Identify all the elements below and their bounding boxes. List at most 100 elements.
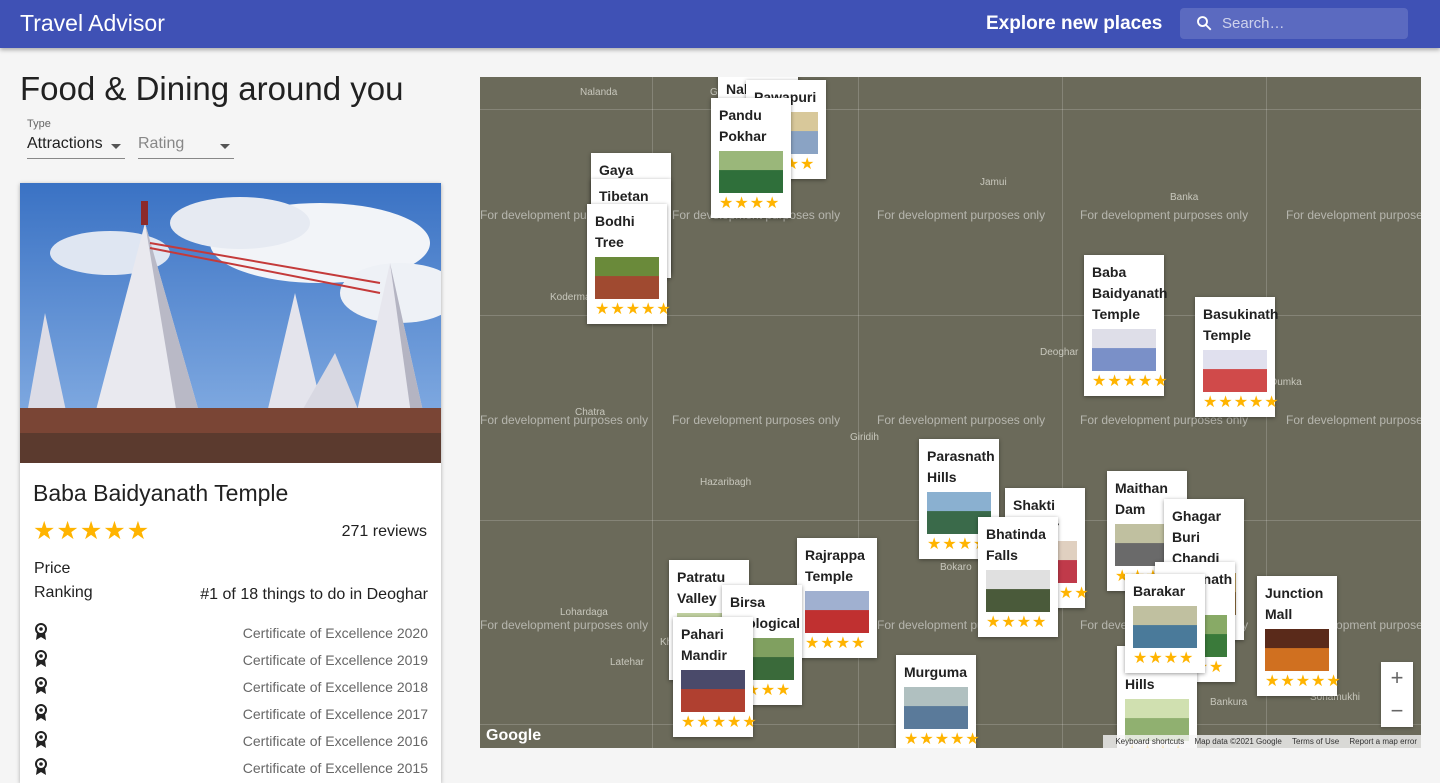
star-icon: ★: [1148, 650, 1163, 667]
star-icon: ★: [1059, 585, 1074, 602]
pin-rating: ★★★★★: [681, 714, 757, 731]
map-pin-card[interactable]: Pahari Mandir ★ ★ ★ ★ ★: [673, 617, 757, 737]
certificate-item: Certificate of Excellence 2019: [34, 650, 428, 670]
star-icon: ★: [1311, 673, 1326, 690]
pin-rating: ★★★★: [719, 195, 783, 212]
star-icon: ★: [1203, 394, 1218, 411]
map-place-label: Lohardaga: [560, 607, 608, 618]
award-icon: [35, 704, 47, 721]
star-icon: ★: [1218, 394, 1233, 411]
map-view[interactable]: NalandaGayaJamuiBankaHazaribaghRanchiBok…: [480, 77, 1421, 748]
star-icon: ★: [1179, 650, 1194, 667]
place-card[interactable]: Baba Baidyanath Temple ★ ★ ★ ★ ★ 271 rev…: [20, 183, 441, 783]
star-icon: ★: [1326, 673, 1341, 690]
star-icon: ★: [1092, 373, 1107, 390]
pin-photo: [1203, 350, 1267, 392]
dev-watermark: For development purposes only: [877, 413, 1046, 427]
map-pin-card[interactable]: Bodhi Tree ★ ★ ★ ★ ★: [587, 204, 671, 324]
map-data-label: Map data ©2021 Google: [1194, 737, 1282, 746]
map-attribution: Keyboard shortcuts Map data ©2021 Google…: [1103, 735, 1421, 748]
price-label: Price: [34, 560, 71, 577]
star-icon: ★: [1107, 373, 1122, 390]
pin-name: Parasnath Hills: [927, 448, 995, 485]
star-icon: ★: [79, 517, 103, 545]
star-icon: ★: [934, 731, 950, 748]
explore-label: Explore new places: [986, 13, 1163, 34]
ranking-label: Ranking: [34, 584, 93, 601]
map-pin-card[interactable]: Bhatinda Falls ★ ★ ★ ★: [978, 517, 1058, 637]
star-icon: ★: [749, 195, 765, 212]
search-box[interactable]: [1180, 8, 1408, 39]
pin-photo: [719, 151, 783, 193]
star-icon: ★: [1122, 373, 1138, 390]
pin-name: Barakar: [1133, 583, 1186, 599]
map-place-label: Nalanda: [580, 87, 618, 98]
zoom-in-button[interactable]: +: [1381, 662, 1413, 694]
map-pin-card[interactable]: Rajrappa Temple ★ ★ ★ ★: [797, 538, 877, 658]
map-pin-card[interactable]: Pandu Pokhar ★ ★ ★ ★: [711, 98, 791, 218]
pin-name: Murguma: [904, 664, 967, 680]
report-error-link[interactable]: Report a map error: [1349, 737, 1417, 746]
pin-rating: ★★★★: [986, 614, 1050, 631]
star-icon: ★: [835, 635, 851, 652]
star-icon: ★: [1016, 614, 1032, 631]
star-icon: ★: [765, 195, 780, 212]
zoom-control: + −: [1381, 662, 1413, 727]
map-pin-card[interactable]: Murguma ★ ★ ★ ★ ★: [896, 655, 980, 748]
zoom-out-button[interactable]: −: [1381, 695, 1413, 727]
star-icon: ★: [711, 714, 727, 731]
star-icon: ★: [1295, 673, 1311, 690]
pin-photo: [1133, 606, 1197, 648]
pin-rating: ★★★★★: [904, 731, 980, 748]
pin-name: Bodhi Tree: [595, 213, 635, 250]
star-icon: ★: [595, 301, 610, 318]
map-place-label: Deoghar: [1040, 347, 1079, 358]
map-grid-line: [1062, 77, 1063, 748]
star-icon: ★: [800, 156, 815, 173]
pin-photo: [904, 687, 968, 729]
pin-name: Pandu Pokhar: [719, 107, 767, 144]
pin-photo: [986, 570, 1050, 612]
map-place-label: Banka: [1170, 192, 1199, 203]
star-icon: ★: [927, 536, 942, 553]
place-title: Baba Baidyanath Temple: [33, 480, 289, 506]
pin-photo: [1092, 329, 1156, 371]
map-pin-card[interactable]: Barakar ★ ★ ★ ★: [1125, 574, 1205, 673]
rating-select-value: Rating: [138, 135, 185, 152]
certificate-item: Certificate of Excellence 2016: [34, 731, 428, 751]
map-pin-card[interactable]: Junction Mall ★ ★ ★ ★ ★: [1257, 576, 1341, 696]
award-icon: [35, 758, 47, 775]
type-select[interactable]: Attractions: [27, 135, 125, 159]
search-input[interactable]: [1222, 13, 1402, 34]
certificate-text: Certificate of Excellence 2019: [242, 652, 428, 668]
star-icon: ★: [1264, 394, 1279, 411]
terms-link[interactable]: Terms of Use: [1292, 737, 1339, 746]
star-icon: ★: [625, 301, 641, 318]
rating-select[interactable]: Rating: [138, 135, 234, 159]
certificate-text: Certificate of Excellence 2015: [242, 760, 428, 776]
star-icon: ★: [1233, 394, 1249, 411]
star-icon: ★: [1001, 614, 1016, 631]
map-pin-card[interactable]: Basukinath Temple ★ ★ ★ ★ ★: [1195, 297, 1279, 417]
star-icon: ★: [719, 195, 734, 212]
star-icon: ★: [1032, 614, 1047, 631]
award-icon: [35, 650, 47, 667]
star-icon: ★: [851, 635, 866, 652]
pin-photo: [805, 591, 869, 633]
star-icon: ★: [103, 517, 126, 545]
certificate-text: Certificate of Excellence 2017: [242, 706, 428, 722]
ranking-value: #1 of 18 things to do in Deoghar: [200, 586, 428, 603]
star-icon: ★: [820, 635, 835, 652]
pin-photo: [681, 670, 745, 712]
pin-rating: ★★★★★: [1092, 373, 1168, 390]
map-grid-line: [480, 109, 1421, 110]
keyboard-shortcuts-link[interactable]: Keyboard shortcuts: [1115, 737, 1184, 746]
certificate-text: Certificate of Excellence 2016: [242, 733, 428, 749]
star-icon: ★: [986, 614, 1001, 631]
certificate-text: Certificate of Excellence 2020: [242, 625, 428, 641]
star-icon: ★: [742, 714, 757, 731]
star-icon: ★: [942, 536, 957, 553]
map-pin-card[interactable]: Baba Baidyanath Temple ★ ★ ★ ★ ★: [1084, 255, 1168, 396]
star-icon: ★: [1209, 659, 1224, 676]
map-place-label: Hazaribagh: [700, 477, 752, 488]
